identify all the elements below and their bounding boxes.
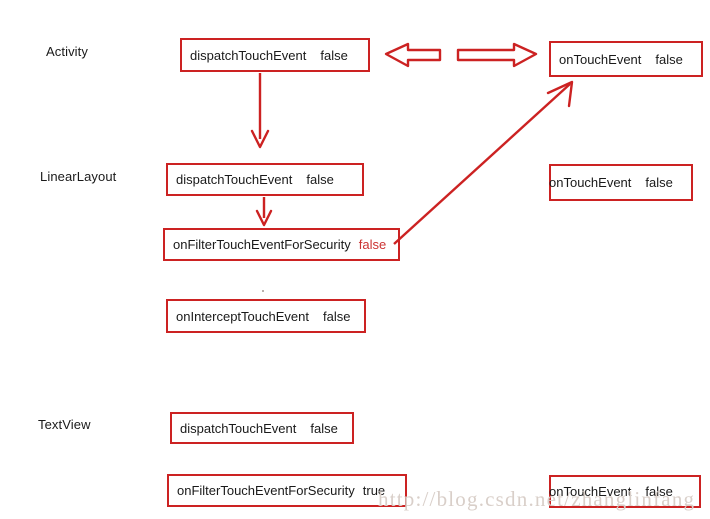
node-linearlayout-dispatch-touch-event[interactable]: dispatchTouchEvent false: [166, 163, 364, 196]
method-return-value: false: [306, 172, 334, 187]
diagram-canvas: Activity LinearLayout TextView dispatchT…: [0, 0, 710, 519]
method-return-value: false: [322, 308, 351, 324]
method-name: dispatchTouchEvent: [176, 172, 293, 187]
row-label-textview: TextView: [38, 417, 91, 432]
method-return-value: false: [358, 237, 387, 252]
method-name: onFilterTouchEventForSecurity: [177, 483, 355, 498]
row-label-activity: Activity: [46, 44, 88, 59]
method-name: dispatchTouchEvent: [190, 47, 307, 63]
method-return-value: false: [310, 420, 338, 436]
arrow-block-left-icon: [384, 42, 442, 68]
arrow-block-right-icon: [456, 42, 538, 68]
node-linearlayout-on-intercept-touch-event[interactable]: onInterceptTouchEvent false: [166, 299, 366, 333]
arrow-activity-dispatch-down-icon: [250, 73, 270, 149]
node-linearlayout-on-touch-event[interactable]: onTouchEvent false: [549, 164, 693, 201]
node-textview-dispatch-touch-event[interactable]: dispatchTouchEvent false: [170, 412, 354, 444]
method-name: dispatchTouchEvent: [180, 420, 297, 436]
node-textview-on-filter-touch-event-for-security[interactable]: onFilterTouchEventForSecurity true: [167, 474, 407, 507]
node-activity-on-touch-event[interactable]: onTouchEvent false: [549, 41, 703, 77]
method-return-value: false: [655, 51, 683, 67]
method-name: onFilterTouchEventForSecurity: [173, 237, 351, 252]
row-label-linearlayout: LinearLayout: [40, 169, 117, 184]
method-return-value: false: [320, 47, 348, 63]
arrow-linear-dispatch-down-icon: [255, 197, 273, 227]
stray-dot-mark: [262, 290, 264, 292]
method-return-value: false: [645, 175, 673, 190]
method-name: onInterceptTouchEvent: [176, 308, 309, 324]
method-name: onTouchEvent: [549, 175, 632, 190]
method-name: onTouchEvent: [559, 51, 642, 67]
watermark-text: http://blog.csdn.net/zhanglinfang: [378, 487, 696, 511]
node-linearlayout-on-filter-touch-event-for-security[interactable]: onFilterTouchEventForSecurity false: [163, 228, 400, 261]
arrow-onfilter-to-ontouch-icon: [393, 80, 574, 245]
node-activity-dispatch-touch-event[interactable]: dispatchTouchEvent false: [180, 38, 370, 72]
